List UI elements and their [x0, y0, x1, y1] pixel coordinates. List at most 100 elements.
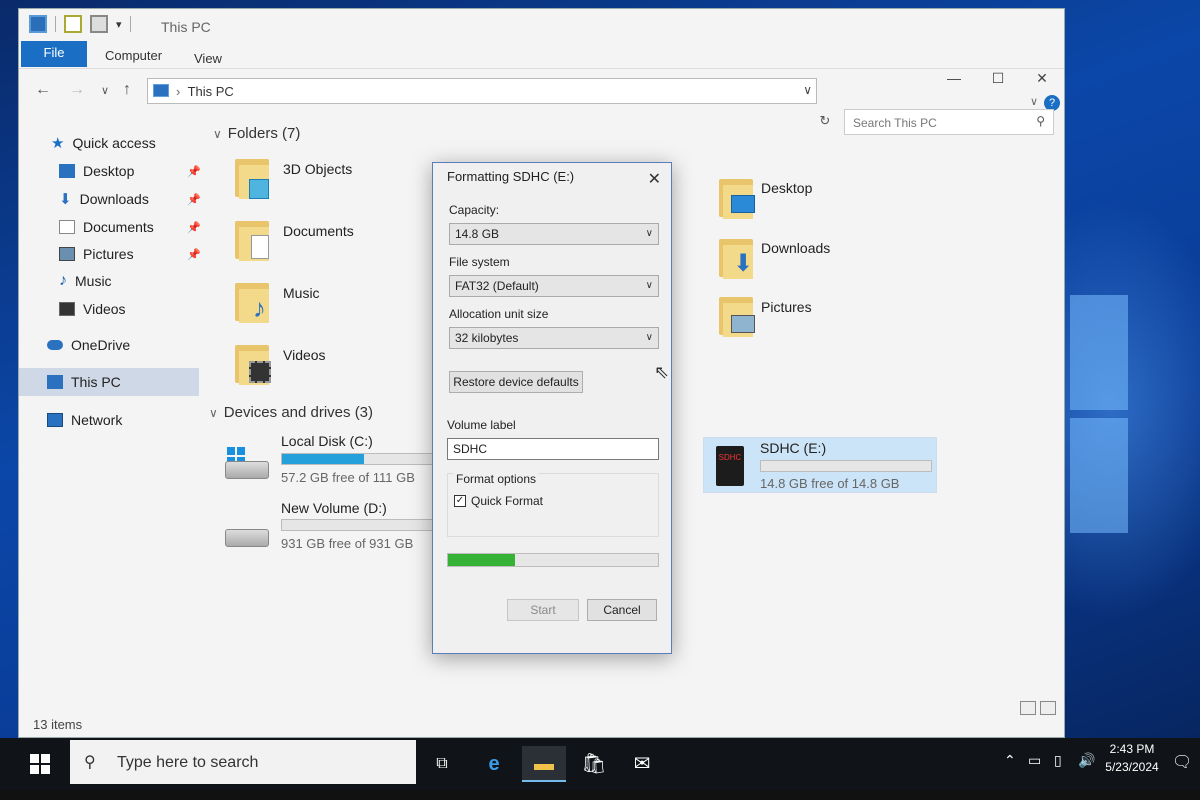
devices-section-header[interactable]: ∨ Devices and drives (3): [209, 404, 373, 421]
edge-browser-icon[interactable]: e: [472, 746, 516, 782]
dialog-close-icon[interactable]: ✕: [648, 169, 661, 189]
refresh-icon[interactable]: ↻: [815, 109, 835, 135]
folders-section-header[interactable]: ∨ Folders (7): [213, 125, 300, 142]
this-pc-icon: [153, 84, 169, 97]
new-folder-icon[interactable]: [90, 15, 108, 33]
search-input[interactable]: Search This PC ⚲: [844, 109, 1054, 135]
search-placeholder: Search This PC: [853, 116, 937, 130]
search-icon: ⚲: [1036, 114, 1045, 128]
tab-file[interactable]: File: [21, 41, 87, 67]
nav-item-music[interactable]: ♪ Music: [59, 269, 112, 293]
checkmark-icon[interactable]: ✓: [454, 495, 466, 507]
cloud-icon: [47, 340, 63, 350]
file-system-select[interactable]: FAT32 (Default) ∨: [449, 275, 659, 297]
chevron-down-icon: ∨: [645, 280, 653, 291]
allocation-size-select[interactable]: 32 kilobytes ∨: [449, 327, 659, 349]
drive-usage-fill: [282, 454, 364, 464]
address-dropdown-icon[interactable]: ∨: [803, 83, 812, 97]
nav-item-downloads[interactable]: ⬇ Downloads 📌: [59, 187, 209, 211]
pin-icon[interactable]: 📌: [187, 165, 201, 178]
nav-item-onedrive[interactable]: OneDrive: [47, 333, 130, 357]
address-bar[interactable]: › This PC ∨: [147, 78, 817, 104]
folder-label[interactable]: 3D Objects: [283, 161, 352, 177]
taskbar-search-box[interactable]: ⚲ Type here to search: [70, 740, 416, 784]
folder-desktop-icon[interactable]: [719, 175, 755, 219]
tab-computer[interactable]: Computer: [105, 48, 162, 63]
status-bar-count: 13 items: [33, 717, 83, 732]
windows-start-icon[interactable]: [30, 754, 50, 774]
pin-icon[interactable]: 📌: [187, 193, 201, 206]
window-title: This PC: [161, 19, 211, 35]
nav-label: Quick access: [72, 135, 156, 151]
folder-downloads-icon[interactable]: ⬇: [719, 235, 755, 279]
pin-icon[interactable]: 📌: [187, 248, 201, 261]
folder-label[interactable]: Music: [283, 285, 320, 301]
tab-view[interactable]: View: [194, 51, 222, 66]
volume-label-input[interactable]: SDHC: [447, 438, 659, 460]
nav-label: OneDrive: [71, 337, 131, 353]
forward-arrow-icon[interactable]: →: [69, 81, 85, 99]
nav-item-pictures[interactable]: Pictures 📌: [59, 242, 209, 266]
volume-icon[interactable]: 🔊: [1078, 752, 1095, 769]
mail-icon[interactable]: ✉: [620, 746, 664, 782]
store-bag-icon[interactable]: 🛍: [572, 746, 616, 782]
notification-icon[interactable]: 🗨: [1172, 752, 1192, 772]
format-progress-bar: [447, 553, 659, 567]
videos-icon: [59, 302, 75, 316]
details-view-icon[interactable]: [1020, 701, 1036, 715]
large-icons-view-icon[interactable]: [1040, 701, 1056, 715]
nav-item-videos[interactable]: Videos: [59, 297, 126, 321]
start-button[interactable]: Start: [507, 599, 579, 621]
folder-label[interactable]: Pictures: [761, 299, 812, 315]
clock[interactable]: 2:43 PM 5/23/2024: [1100, 740, 1164, 776]
folder-label[interactable]: Videos: [283, 347, 326, 363]
navigation-pane: ★ Quick access Desktop 📌 ⬇ Downloads 📌 D…: [19, 125, 204, 705]
action-icon[interactable]: ▭: [1028, 752, 1041, 769]
drive-free-space: 57.2 GB free of 111 GB: [281, 470, 415, 485]
network-tray-icon[interactable]: ▯: [1054, 752, 1062, 769]
nav-item-this-pc[interactable]: This PC: [19, 368, 199, 396]
capacity-value: 14.8 GB: [455, 227, 500, 241]
drive-name: Local Disk (C:): [281, 433, 373, 449]
clock-time: 2:43 PM: [1109, 742, 1155, 756]
back-arrow-icon[interactable]: ←: [35, 81, 51, 99]
nav-item-desktop[interactable]: Desktop 📌: [59, 159, 209, 183]
nav-label: Network: [71, 412, 123, 428]
file-explorer-icon[interactable]: ▬: [522, 746, 566, 782]
star-icon: ★: [51, 135, 65, 152]
nav-item-quick-access[interactable]: ★ Quick access: [51, 131, 156, 155]
address-crumb[interactable]: › This PC: [176, 84, 234, 99]
folder-videos-icon[interactable]: [235, 341, 271, 385]
drive-usage-bar: [281, 453, 453, 465]
drive-name: SDHC (E:): [760, 440, 827, 456]
toolbar-separator: [55, 16, 56, 32]
folder-music-icon[interactable]: ♪: [235, 279, 271, 323]
download-arrow-icon: ⬇: [59, 191, 72, 208]
wallpaper-logo-pane: [1070, 418, 1128, 533]
network-icon: [47, 413, 63, 427]
capacity-select[interactable]: 14.8 GB ∨: [449, 223, 659, 245]
file-system-label: File system: [449, 255, 510, 269]
hard-drive-icon: [225, 529, 269, 547]
folder-documents-icon[interactable]: [235, 217, 271, 261]
ribbon: File Computer View: [19, 39, 1064, 69]
restore-defaults-button[interactable]: Restore device defaults: [449, 371, 583, 393]
recent-locations-chevron-icon[interactable]: ∨: [101, 84, 109, 97]
cancel-button[interactable]: Cancel: [587, 599, 657, 621]
tray-chevron-up-icon[interactable]: ⌃: [1004, 752, 1016, 769]
task-view-icon[interactable]: ⧉: [420, 746, 464, 782]
nav-item-documents[interactable]: Documents 📌: [59, 215, 209, 239]
folder-label[interactable]: Documents: [283, 223, 354, 239]
customize-toolbar-chevron-icon[interactable]: ▾: [116, 18, 122, 31]
folder-3d-objects-icon[interactable]: [235, 155, 271, 199]
pin-icon[interactable]: 📌: [187, 221, 201, 234]
folder-pictures-icon[interactable]: [719, 293, 755, 337]
folder-label[interactable]: Desktop: [761, 180, 812, 196]
section-title: Devices and drives (3): [223, 404, 374, 421]
nav-item-network[interactable]: Network: [47, 408, 122, 432]
drive-e-selected[interactable]: SDHC SDHC (E:) 14.8 GB free of 14.8 GB: [703, 437, 937, 493]
up-arrow-icon[interactable]: ↑: [123, 81, 131, 99]
folder-label[interactable]: Downloads: [761, 240, 830, 256]
properties-icon[interactable]: [64, 15, 82, 33]
quick-format-checkbox[interactable]: ✓ Quick Format: [454, 494, 543, 508]
